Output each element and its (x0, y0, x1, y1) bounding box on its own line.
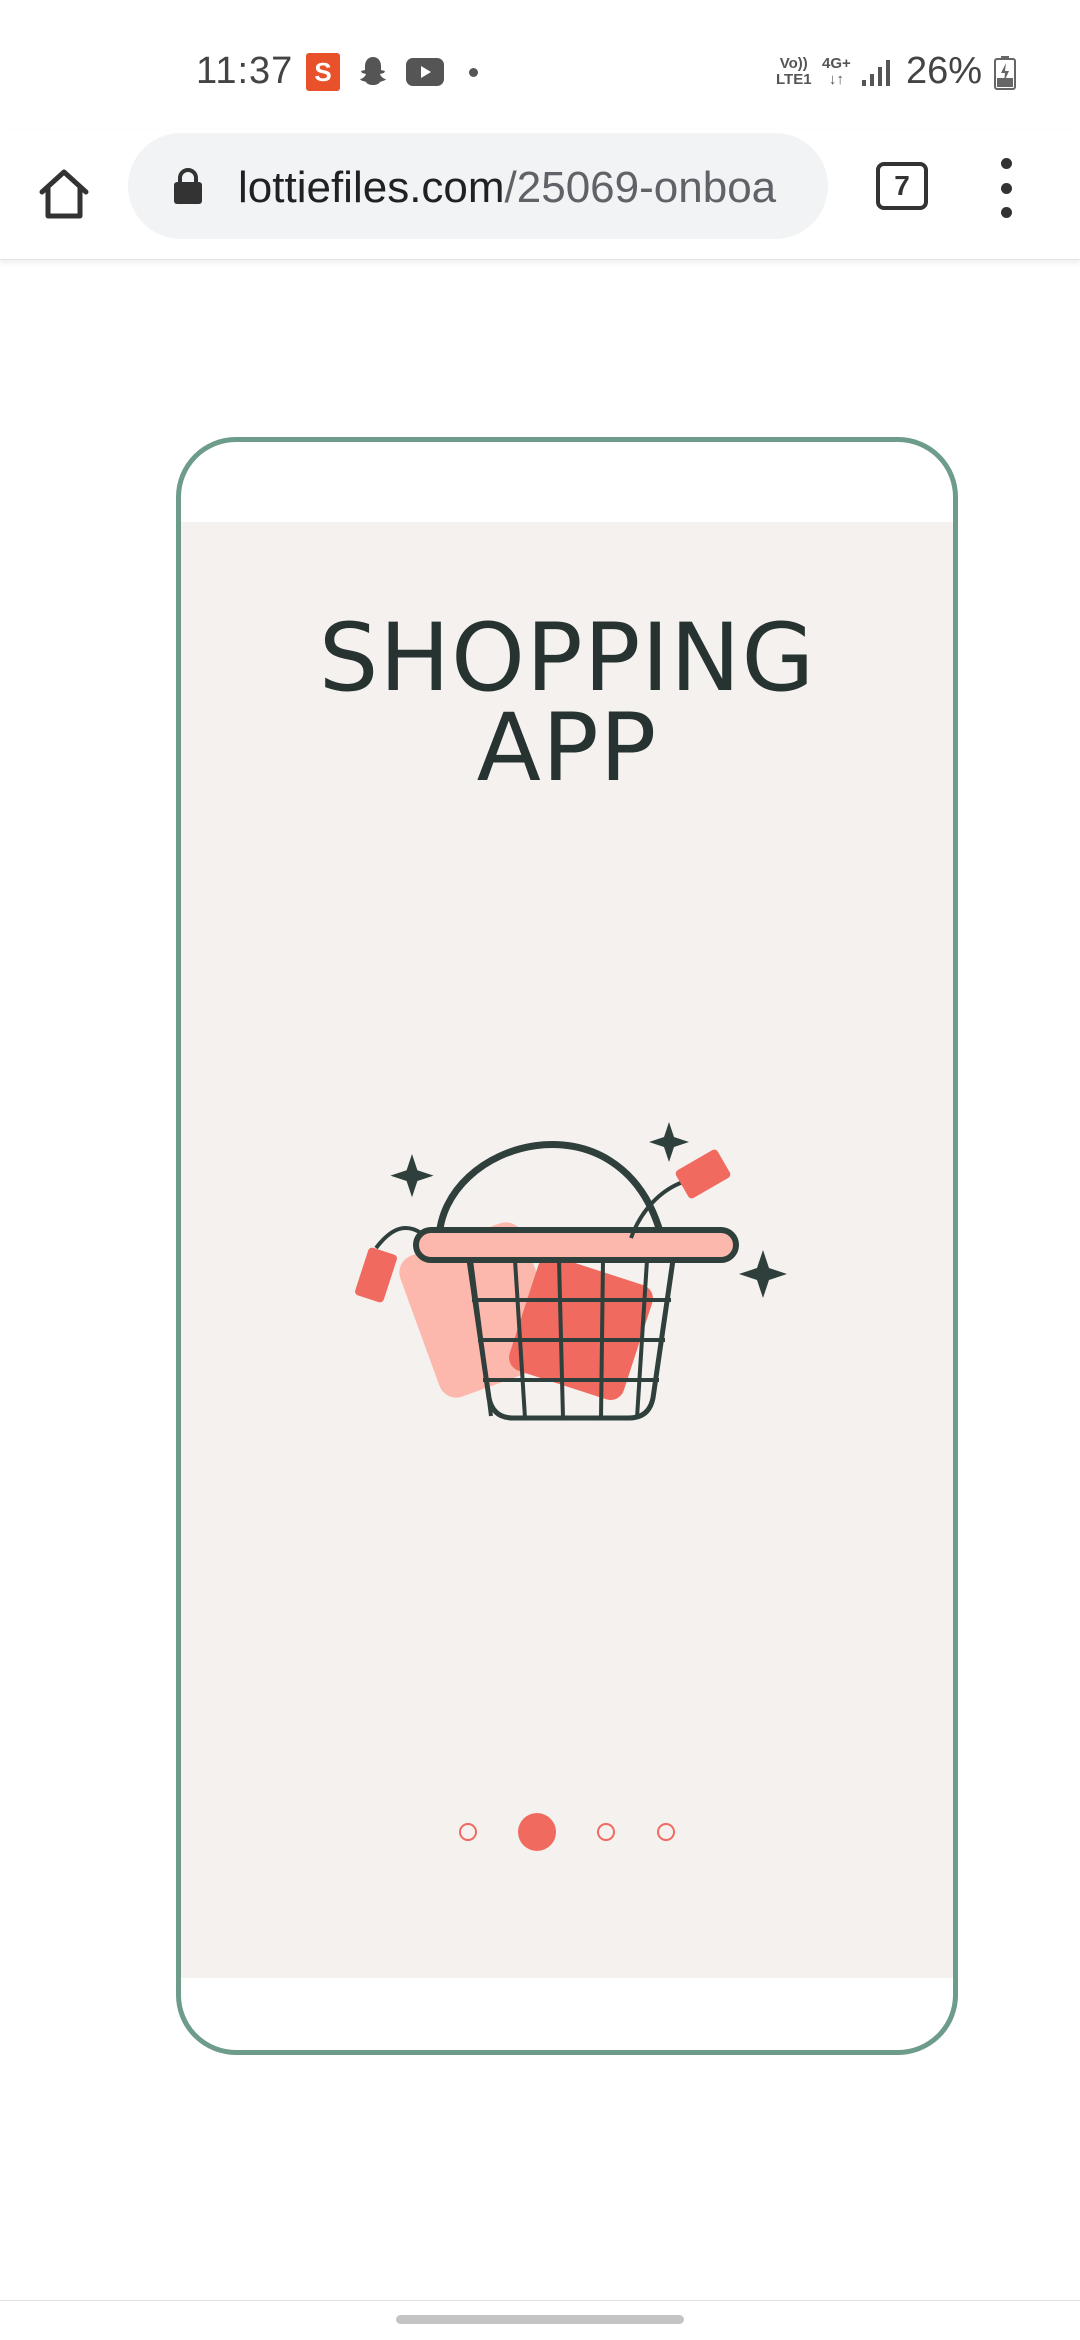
url-path: /25069-onboa (504, 163, 777, 212)
status-time: 11:37 (196, 50, 294, 92)
onboarding-title: SHOPPING APP (181, 604, 953, 803)
volte-line2: LTE1 (776, 71, 812, 88)
phone-mockup-frame: SHOPPING APP (176, 437, 958, 2055)
battery-percent: 26% (906, 50, 983, 92)
tab-count: 7 (894, 170, 910, 201)
data-arrows: ↓↑ (828, 71, 844, 88)
title-line-2: APP (476, 694, 658, 803)
sony-liv-label: S (314, 57, 332, 87)
more-vert-icon[interactable] (990, 158, 1022, 218)
address-bar[interactable]: lottiefiles.com/25069-onboa (128, 133, 828, 239)
network-indicator: 4G+ ↓↑ (822, 56, 851, 88)
page-dot-1[interactable] (459, 1823, 477, 1841)
page-dot-2-active[interactable] (518, 1813, 556, 1851)
home-icon (39, 169, 89, 219)
page-dot-3[interactable] (597, 1823, 615, 1841)
page-indicator (181, 1812, 953, 1852)
page-dot-4[interactable] (657, 1823, 675, 1841)
network-type: 4G+ (822, 55, 851, 72)
home-button[interactable] (30, 160, 98, 228)
shopping-basket-illustration (355, 1122, 787, 1421)
battery-charging-icon (994, 56, 1016, 90)
nav-divider (0, 2300, 1080, 2301)
volte-line1: Vo)) (779, 55, 808, 72)
onboarding-screen: SHOPPING APP (181, 522, 953, 1978)
sony-liv-icon: S (306, 53, 340, 91)
volte-indicator: Vo)) LTE1 (776, 56, 812, 88)
snapchat-icon (360, 57, 386, 85)
gesture-home-indicator[interactable] (396, 2315, 684, 2324)
lock-icon (174, 168, 202, 204)
status-bar: 11:37 S Vo)) LTE1 4G+ ↓↑ 26% (0, 0, 1080, 130)
signal-icon (862, 60, 890, 86)
browser-toolbar: lottiefiles.com/25069-onboa 7 (0, 130, 1080, 260)
youtube-icon (406, 58, 444, 86)
notification-dot (469, 68, 478, 77)
url-text: lottiefiles.com/25069-onboa (238, 163, 808, 213)
tab-switcher-button[interactable]: 7 (876, 162, 928, 210)
title-line-1: SHOPPING (318, 604, 816, 713)
url-domain: lottiefiles.com (238, 163, 505, 212)
